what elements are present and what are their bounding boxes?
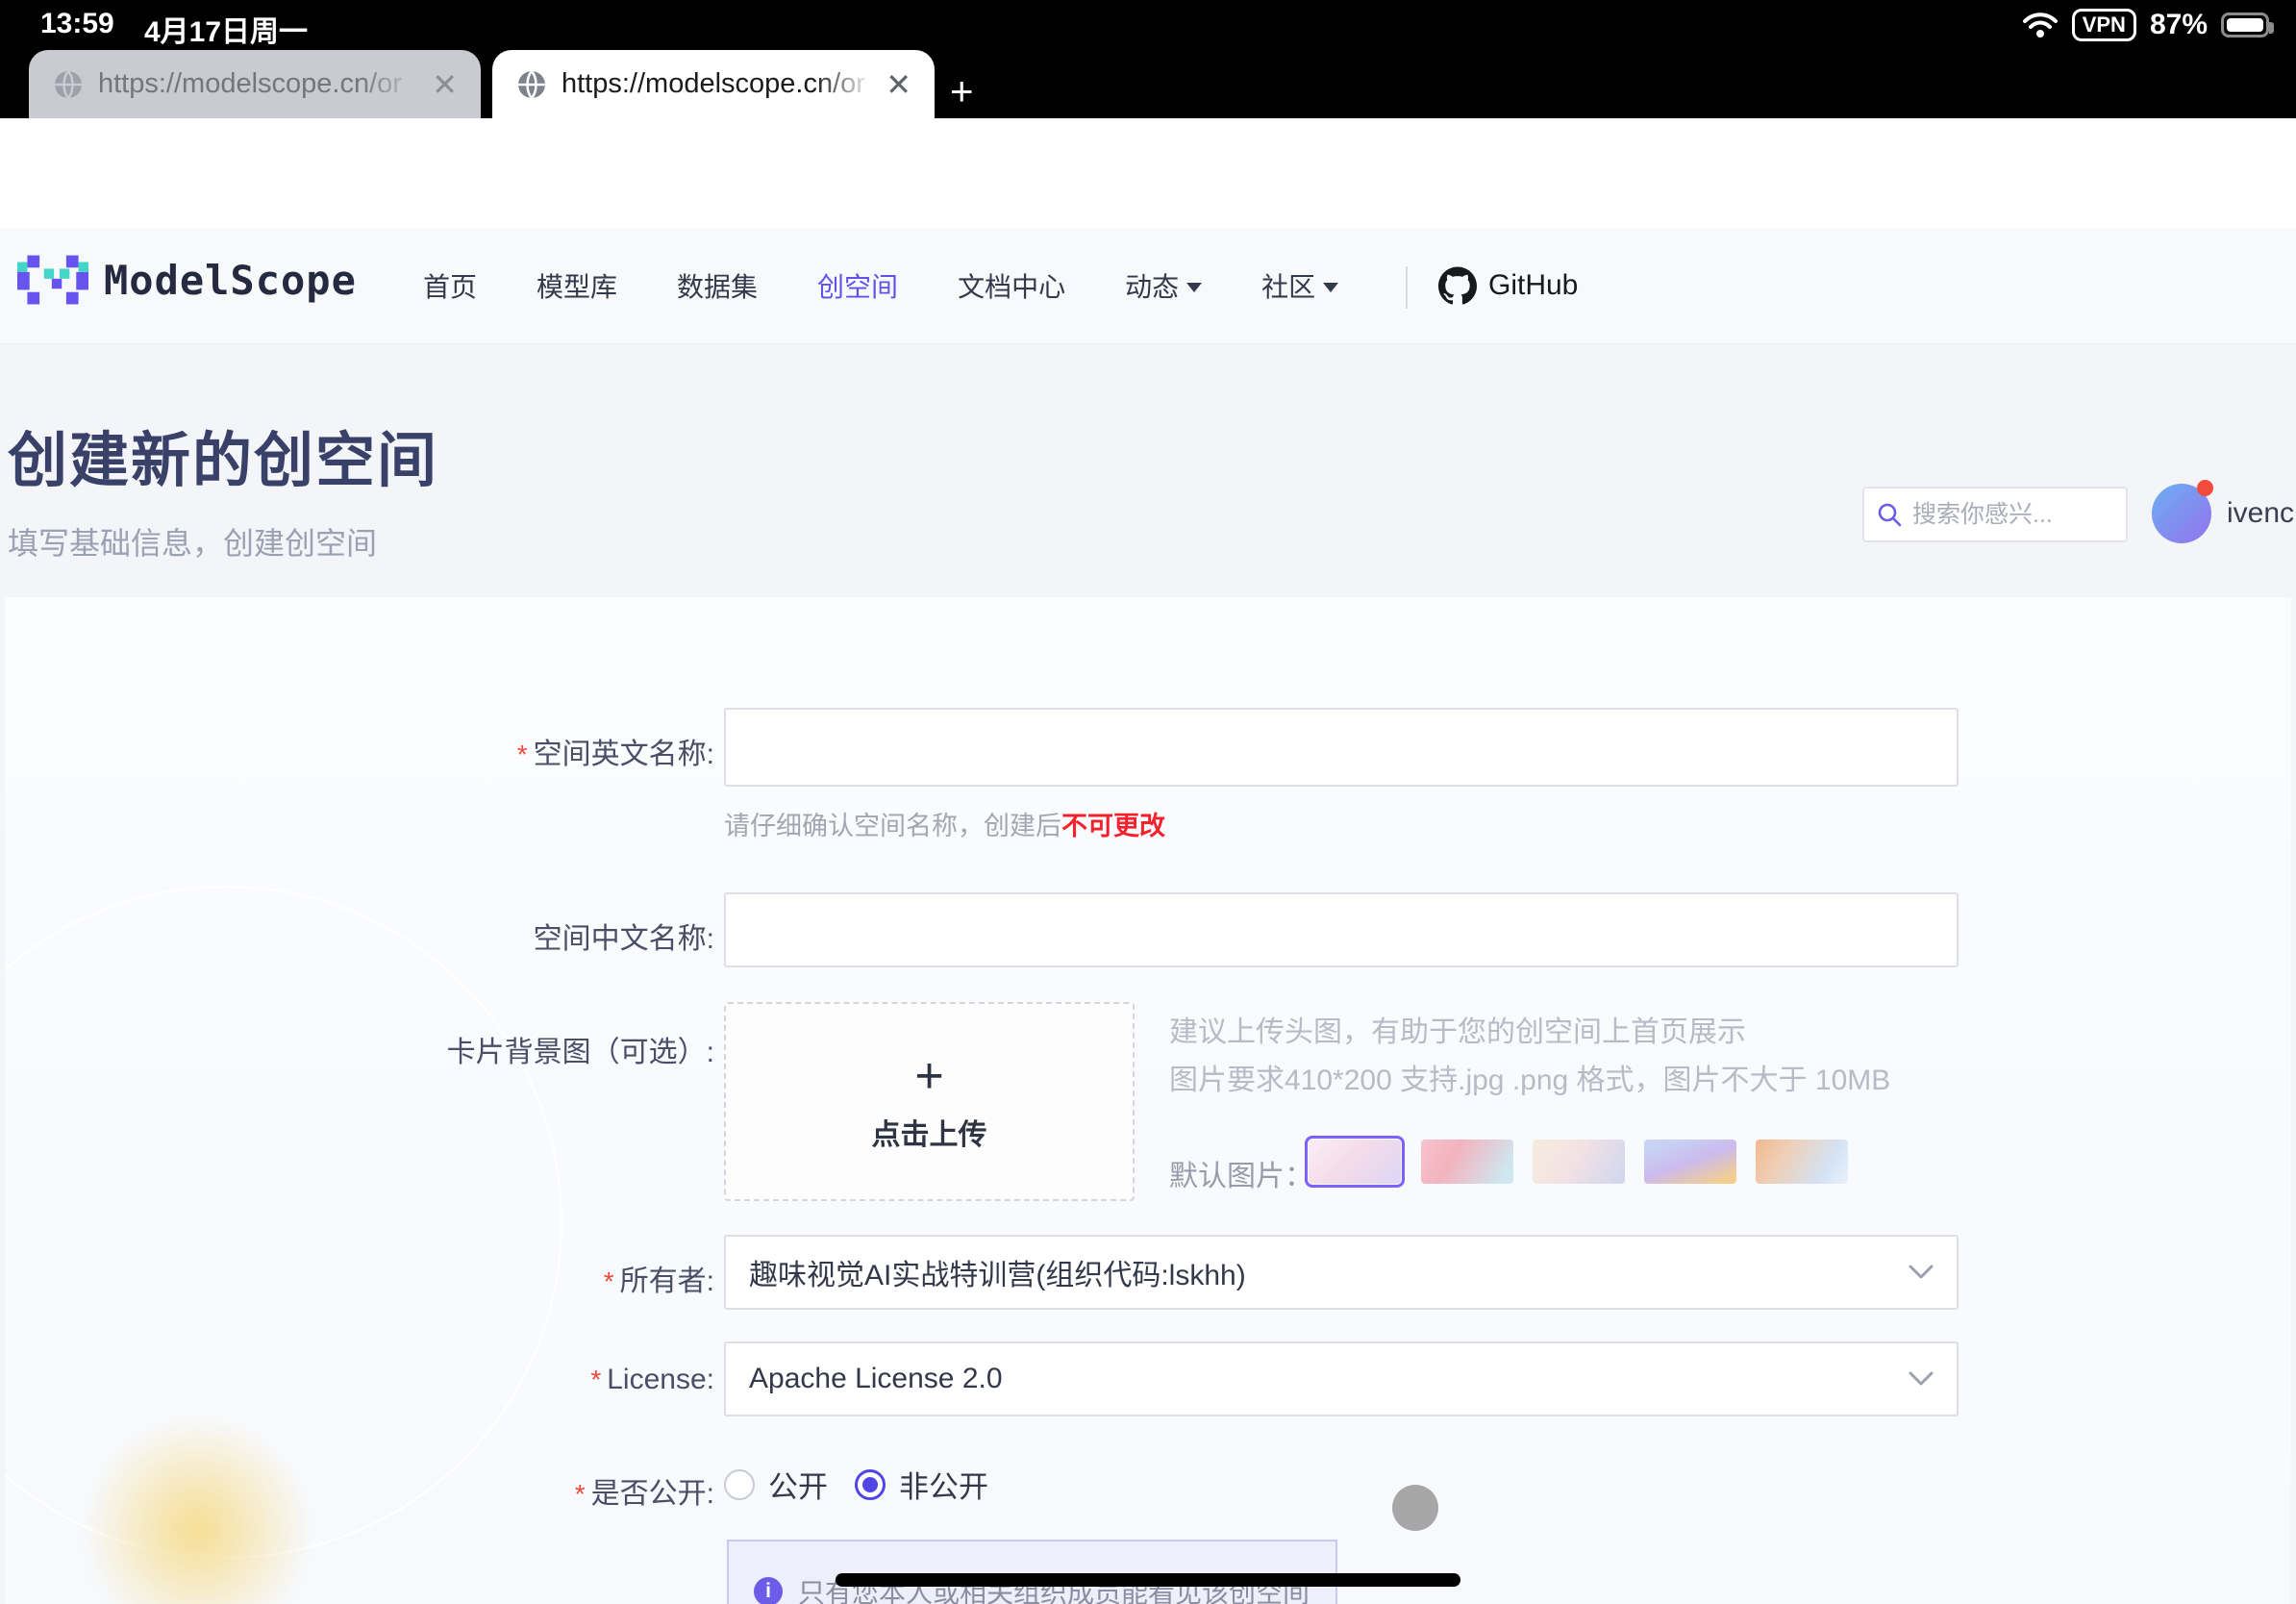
browser-toolbar: modelscope.cn 2 ••• (0, 118, 2296, 228)
chinese-name-input[interactable] (724, 892, 1959, 967)
default-image-option-5[interactable] (1756, 1140, 1848, 1184)
nav-divider (1406, 266, 1408, 309)
clock: 13:59 (40, 8, 114, 40)
radio-circle (724, 1469, 755, 1500)
battery-percent: 87% (2150, 9, 2208, 41)
nav-item-datasets[interactable]: 数据集 (677, 266, 758, 305)
github-link[interactable]: GitHub (1438, 228, 1578, 343)
private-visibility-notice: i 只有您本人或相关组织成员能看见该创空间 (727, 1540, 1337, 1604)
nav-item-models[interactable]: 模型库 (537, 266, 617, 305)
radio-circle (855, 1469, 886, 1500)
upload-dropzone[interactable]: + 点击上传 (724, 1002, 1135, 1201)
card-background-label: 卡片背景图（可选）: (447, 1028, 714, 1070)
assistive-touch-dot[interactable] (1392, 1485, 1438, 1531)
globe-icon (52, 68, 85, 101)
default-image-option-4[interactable] (1644, 1140, 1736, 1184)
name-immutable-note: 请仔细确认空间名称，创建后不可更改 (724, 805, 1165, 842)
nav-item-docs[interactable]: 文档中心 (958, 266, 1065, 305)
radio-public[interactable]: 公开 (724, 1463, 828, 1506)
license-select[interactable]: Apache License 2.0 (724, 1341, 1959, 1416)
nav-item-home[interactable]: 首页 (423, 266, 477, 305)
upload-hint-1: 建议上传头图，有助于您的创空间上首页展示 (1169, 1008, 1746, 1050)
nav-links: 首页 模型库 数据集 创空间 文档中心 动态 社区 (423, 228, 1338, 343)
radio-private[interactable]: 非公开 (855, 1463, 988, 1506)
license-label: *License: (590, 1364, 714, 1396)
chevron-down-icon (1323, 283, 1338, 292)
upload-hint-2: 图片要求410*200 支持.jpg .png 格式，图片不大于 10MB (1169, 1056, 1890, 1098)
site-search[interactable] (1862, 487, 2128, 542)
close-tab-icon[interactable]: ✕ (886, 69, 911, 100)
new-tab-button[interactable]: + (950, 71, 974, 112)
site-navbar: ModelScope 首页 模型库 数据集 创空间 文档中心 动态 社区 Git… (0, 228, 2296, 344)
modelscope-logo-icon (17, 255, 88, 305)
english-name-input[interactable] (724, 708, 1959, 787)
ipad-safari-screen: 13:59 4月17日周一 VPN 87% https://modelscope… (0, 0, 2296, 1604)
default-images-label: 默认图片： (1169, 1152, 1313, 1194)
create-studio-form: *空间英文名称: 请仔细确认空间名称，创建后不可更改 空间中文名称: 卡片背景图… (5, 597, 2291, 1604)
globe-icon (515, 68, 548, 101)
github-label: GitHub (1488, 269, 1578, 302)
info-icon: i (754, 1577, 783, 1604)
search-input[interactable] (1912, 501, 2095, 529)
english-name-label: *空间英文名称: (517, 730, 714, 772)
default-image-option-2[interactable] (1421, 1140, 1513, 1184)
close-tab-icon[interactable]: ✕ (432, 69, 458, 100)
nav-item-community[interactable]: 社区 (1261, 266, 1338, 305)
tab-url: https://modelscope.cn/or (98, 68, 418, 100)
chevron-down-icon (1186, 283, 1202, 292)
license-value: Apache License 2.0 (749, 1363, 1909, 1395)
tab-url: https://modelscope.cn/or (562, 68, 872, 100)
brand-wordmark: ModelScope (104, 257, 357, 304)
search-icon (1876, 501, 1903, 528)
github-icon (1438, 266, 1477, 305)
owner-label: *所有者: (604, 1257, 714, 1299)
home-indicator[interactable] (836, 1573, 1460, 1587)
avatar[interactable] (2152, 484, 2211, 543)
chevron-down-icon (1909, 1371, 1934, 1387)
chinese-name-label: 空间中文名称: (534, 915, 714, 957)
vpn-badge: VPN (2072, 9, 2136, 41)
owner-select[interactable]: 趣味视觉AI实战特训营(组织代码:lskhh) (724, 1235, 1959, 1310)
chevron-down-icon (1909, 1265, 1934, 1280)
visibility-radio-group: 公开 非公开 (724, 1463, 988, 1506)
default-image-option-3[interactable] (1533, 1140, 1625, 1184)
owner-value: 趣味视觉AI实战特训营(组织代码:lskhh) (749, 1251, 1909, 1293)
status-bar: 13:59 4月17日周一 VPN 87% https://modelscope… (0, 0, 2296, 118)
visibility-label: *是否公开: (575, 1469, 714, 1512)
browser-tab-1[interactable]: https://modelscope.cn/or ✕ (29, 50, 481, 118)
battery-icon (2221, 13, 2269, 38)
plus-icon: + (914, 1051, 943, 1101)
page-title: 创建新的创空间 (8, 412, 438, 498)
nav-item-feed[interactable]: 动态 (1125, 266, 1202, 305)
username[interactable]: ivenc (2227, 497, 2294, 530)
browser-tab-2-active[interactable]: https://modelscope.cn/or ✕ (492, 50, 935, 118)
upload-text: 点击上传 (872, 1111, 987, 1153)
default-image-option-1[interactable] (1309, 1140, 1401, 1184)
modelscope-logo[interactable]: ModelScope (17, 255, 357, 305)
wifi-icon (2022, 11, 2059, 39)
status-icons: VPN 87% (2022, 6, 2269, 44)
nav-item-studios[interactable]: 创空间 (817, 266, 898, 305)
notification-dot (2197, 480, 2213, 496)
page-subtitle: 填写基础信息，创建创空间 (8, 519, 377, 564)
date: 4月17日周一 (144, 8, 308, 50)
